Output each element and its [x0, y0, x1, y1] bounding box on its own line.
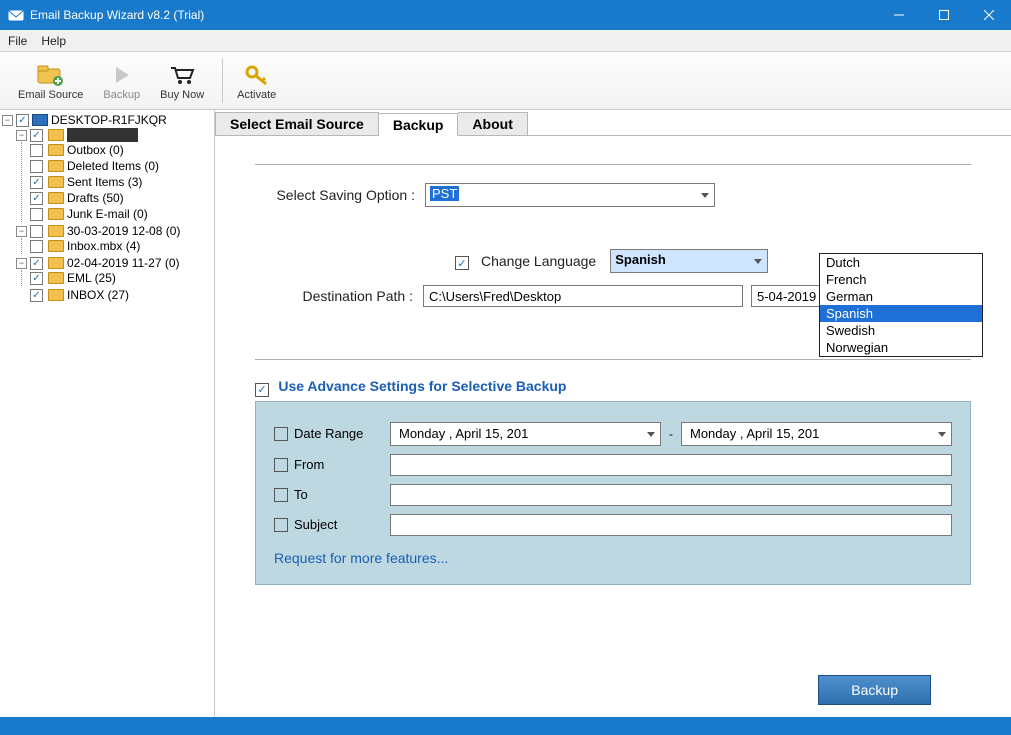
to-label: To — [294, 487, 308, 502]
advance-settings-panel: Date Range Monday , April 15, 201 - Mond… — [255, 401, 971, 585]
folder-add-icon — [36, 61, 66, 89]
tab-about[interactable]: About — [458, 112, 527, 135]
tree-checkbox[interactable]: ✓ — [16, 114, 29, 127]
language-select[interactable]: Spanish — [610, 249, 768, 273]
tree-item-folder2[interactable]: 02-04-2019 11-27 (0) — [67, 256, 180, 270]
date-range-label: Date Range — [294, 426, 363, 441]
destination-path-input[interactable] — [423, 285, 743, 307]
advance-settings-checkbox[interactable]: ✓ — [255, 383, 269, 397]
request-features-link[interactable]: Request for more features... — [274, 550, 448, 566]
tree-checkbox[interactable]: ✓ — [30, 257, 43, 270]
subject-label: Subject — [294, 517, 337, 532]
tab-select-email-source[interactable]: Select Email Source — [215, 112, 379, 135]
advance-settings-label: Use Advance Settings for Selective Backu… — [278, 378, 566, 394]
lang-option-norwegian[interactable]: Norwegian — [820, 339, 982, 356]
lang-option-french[interactable]: French — [820, 271, 982, 288]
subject-checkbox[interactable] — [274, 518, 288, 532]
main-panel: Select Email Source Backup About Select … — [215, 110, 1011, 717]
toolbar-email-source[interactable]: Email Source — [10, 52, 91, 109]
folder-tree[interactable]: −✓DESKTOP-R1FJKQR −✓ Outbox (0) Deleted … — [0, 110, 215, 717]
folder-icon — [48, 144, 64, 156]
tree-checkbox[interactable] — [30, 160, 43, 173]
tree-checkbox[interactable]: ✓ — [30, 176, 43, 189]
folder-icon — [48, 192, 64, 204]
lang-option-german[interactable]: German — [820, 288, 982, 305]
tree-checkbox[interactable]: ✓ — [30, 272, 43, 285]
tree-item-folder1[interactable]: 30-03-2019 12-08 (0) — [67, 224, 180, 238]
subject-input[interactable] — [390, 514, 952, 536]
tree-checkbox[interactable]: ✓ — [30, 129, 43, 142]
date-from-select[interactable]: Monday , April 15, 201 — [390, 422, 661, 446]
cart-icon — [169, 61, 195, 89]
tree-item-drafts[interactable]: Drafts (50) — [67, 191, 124, 205]
folder-icon — [48, 272, 64, 284]
saving-option-select[interactable]: PST — [425, 183, 715, 207]
language-dropdown-list[interactable]: Dutch French German Spanish Swedish Norw… — [819, 253, 983, 357]
date-separator: - — [661, 427, 681, 441]
to-input[interactable] — [390, 484, 952, 506]
computer-icon — [32, 114, 48, 126]
tree-checkbox[interactable] — [30, 240, 43, 253]
folder-icon — [48, 289, 64, 301]
close-button[interactable] — [966, 0, 1011, 30]
tree-item-inboxmbx[interactable]: Inbox.mbx (4) — [67, 239, 140, 253]
lang-option-swedish[interactable]: Swedish — [820, 322, 982, 339]
folder-icon — [48, 257, 64, 269]
change-language-label: Change Language — [481, 253, 596, 269]
folder-icon — [48, 208, 64, 220]
tree-checkbox[interactable]: ✓ — [30, 289, 43, 302]
window-title: Email Backup Wizard v8.2 (Trial) — [30, 8, 876, 22]
lang-option-spanish[interactable]: Spanish — [820, 305, 982, 322]
key-icon — [244, 61, 270, 89]
tree-checkbox[interactable] — [30, 208, 43, 221]
saving-option-label: Select Saving Option : — [255, 187, 425, 203]
tree-item-outbox[interactable]: Outbox (0) — [67, 143, 124, 157]
date-range-checkbox[interactable] — [274, 427, 288, 441]
tree-toggle[interactable]: − — [2, 115, 13, 126]
tree-item-junk[interactable]: Junk E-mail (0) — [67, 207, 148, 221]
toolbar: Email Source Backup Buy Now Activate — [0, 52, 1011, 110]
toolbar-activate[interactable]: Activate — [229, 52, 284, 109]
folder-icon — [48, 225, 64, 237]
menu-bar: File Help — [0, 30, 1011, 52]
tab-backup[interactable]: Backup — [379, 113, 459, 136]
to-checkbox[interactable] — [274, 488, 288, 502]
toolbar-backup[interactable]: Backup — [95, 52, 148, 109]
folder-icon — [48, 240, 64, 252]
tree-toggle[interactable]: − — [16, 258, 27, 269]
toolbar-separator — [222, 58, 223, 103]
toolbar-buy-now[interactable]: Buy Now — [152, 52, 212, 109]
title-bar: Email Backup Wizard v8.2 (Trial) — [0, 0, 1011, 30]
menu-help[interactable]: Help — [41, 34, 66, 48]
from-checkbox[interactable] — [274, 458, 288, 472]
main-tabs: Select Email Source Backup About — [215, 112, 1011, 136]
tree-item-sent[interactable]: Sent Items (3) — [67, 175, 142, 189]
destination-path-label: Destination Path : — [255, 288, 423, 304]
tree-checkbox[interactable]: ✓ — [30, 192, 43, 205]
folder-icon — [48, 160, 64, 172]
menu-file[interactable]: File — [8, 34, 27, 48]
tree-toggle[interactable]: − — [16, 226, 27, 237]
tree-checkbox[interactable] — [30, 225, 43, 238]
backup-button[interactable]: Backup — [818, 675, 931, 705]
minimize-button[interactable] — [876, 0, 921, 30]
play-icon — [111, 61, 133, 89]
tree-checkbox[interactable] — [30, 144, 43, 157]
tree-root[interactable]: DESKTOP-R1FJKQR — [51, 113, 167, 127]
app-icon — [8, 7, 24, 23]
tree-item-inbox[interactable]: INBOX (27) — [67, 288, 129, 302]
status-bar — [0, 717, 1011, 735]
lang-option-dutch[interactable]: Dutch — [820, 254, 982, 271]
folder-icon — [48, 176, 64, 188]
from-input[interactable] — [390, 454, 952, 476]
tree-item-deleted[interactable]: Deleted Items (0) — [67, 159, 159, 173]
folder-icon — [48, 129, 64, 141]
maximize-button[interactable] — [921, 0, 966, 30]
date-to-select[interactable]: Monday , April 15, 201 — [681, 422, 952, 446]
tree-item-eml[interactable]: EML (25) — [67, 271, 116, 285]
change-language-checkbox[interactable]: ✓ — [455, 256, 469, 270]
tree-toggle[interactable]: − — [16, 130, 27, 141]
tree-item-selected[interactable] — [67, 128, 138, 142]
from-label: From — [294, 457, 324, 472]
